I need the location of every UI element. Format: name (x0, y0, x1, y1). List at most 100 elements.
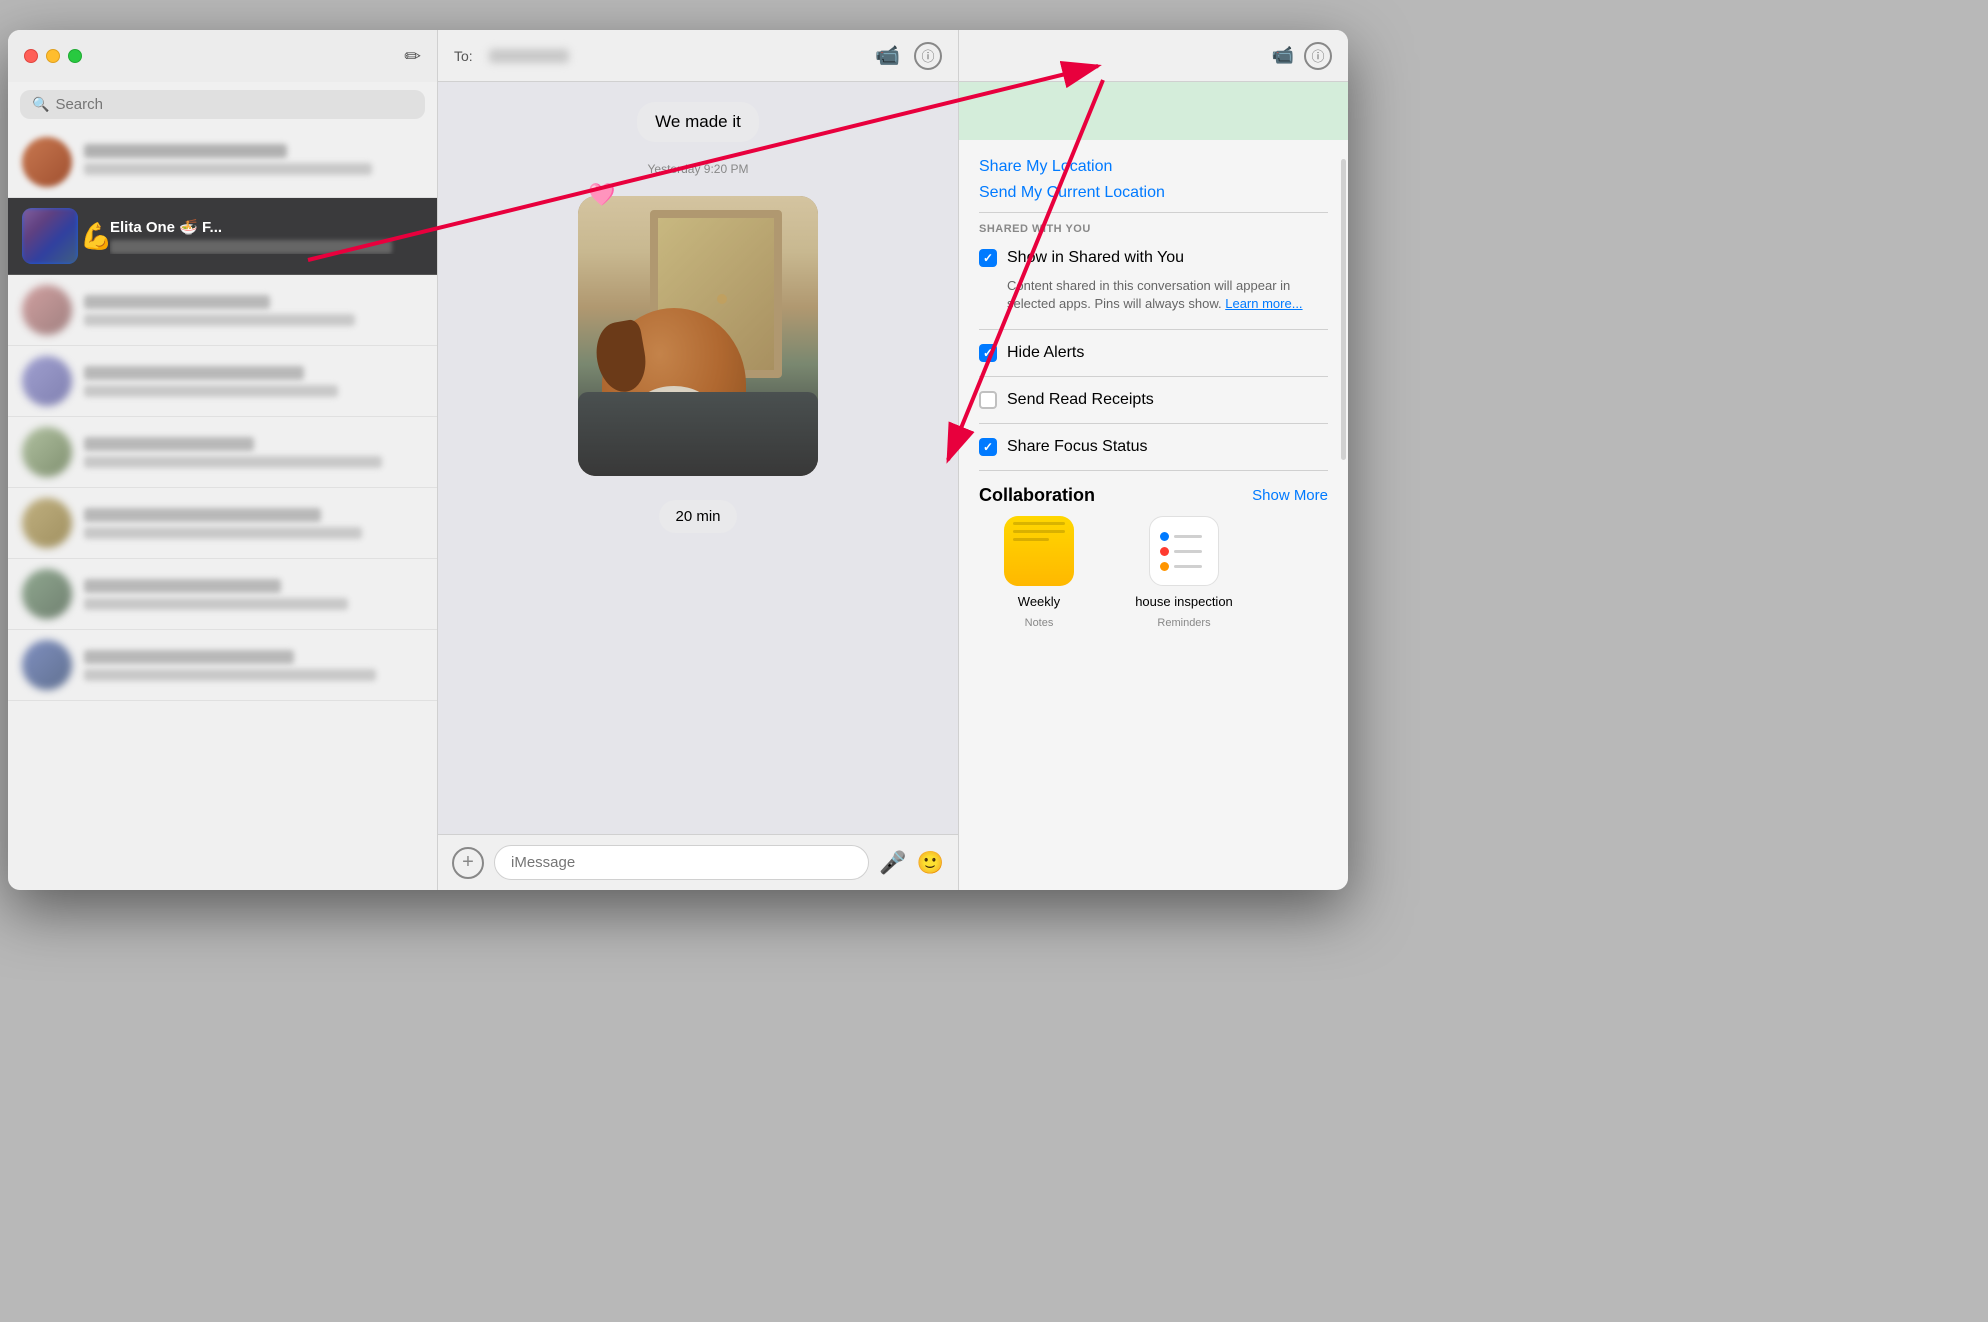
notes-name: Weekly (1018, 594, 1060, 609)
to-label: To: (454, 48, 473, 64)
close-button[interactable] (24, 49, 38, 63)
hide-alerts-section: ✓ Hide Alerts (959, 330, 1348, 376)
list-item[interactable] (8, 488, 437, 559)
details-panel: 📹 ⓘ Share My Location Send My Current Lo… (958, 30, 1348, 890)
reaction-heart: 🩷 (588, 182, 615, 208)
add-attachment-button[interactable]: + (452, 847, 484, 879)
hide-alerts-label: Hide Alerts (1007, 344, 1084, 362)
audio-button[interactable]: 🎤 (879, 850, 906, 876)
image-message-container: 🩷 (578, 196, 818, 476)
avatar (22, 569, 72, 619)
conv-content (84, 579, 423, 610)
conv-content (84, 295, 423, 326)
list-item-active[interactable]: 💪 Elita One 🍜 F... (8, 198, 437, 275)
conv-content: Elita One 🍜 F... (110, 218, 423, 254)
learn-more-link[interactable]: Learn more... (1225, 296, 1302, 311)
message-input[interactable] (494, 845, 869, 880)
dot-line-2 (1174, 550, 1202, 553)
show-in-shared-label: Show in Shared with You (1007, 249, 1184, 267)
share-focus-checkmark: ✓ (983, 440, 993, 454)
share-focus-label: Share Focus Status (1007, 438, 1148, 456)
recipient-name-blurred (489, 49, 569, 63)
avatar (22, 498, 72, 548)
conversation-list: 💪 Elita One 🍜 F... (8, 127, 437, 890)
orange-dot (1160, 562, 1169, 571)
share-focus-row: ✓ Share Focus Status (979, 432, 1328, 462)
shared-description: Content shared in this conversation will… (979, 271, 1328, 319)
shared-with-you-label: SHARED WITH YOU (979, 223, 1328, 235)
conv-content (84, 366, 423, 397)
send-read-receipts-label: Send Read Receipts (1007, 391, 1154, 409)
conv-preview (110, 240, 392, 254)
show-in-shared-row: ✓ Show in Shared with You (979, 245, 1328, 271)
conv-content (84, 437, 423, 468)
shared-with-you-section: SHARED WITH YOU ✓ Show in Shared with Yo… (959, 213, 1348, 329)
dot-line (1174, 535, 1202, 538)
list-item[interactable] (8, 346, 437, 417)
hide-alerts-row: ✓ Hide Alerts (979, 338, 1328, 368)
location-bar (959, 82, 1348, 140)
scrollbar[interactable] (1341, 159, 1346, 460)
traffic-lights (24, 49, 82, 63)
search-input[interactable] (55, 96, 413, 113)
reminder-dot-3 (1160, 562, 1202, 571)
read-receipts-section: Send Read Receipts (959, 377, 1348, 423)
focus-status-section: ✓ Share Focus Status (959, 424, 1348, 470)
list-item[interactable] (8, 275, 437, 346)
details-info-button[interactable]: ⓘ (1304, 42, 1332, 70)
send-current-location-link[interactable]: Send My Current Location (979, 180, 1328, 212)
collaboration-header: Collaboration Show More (979, 481, 1328, 516)
chat-input-area: + 🎤 🙂 (438, 834, 958, 890)
details-header: 📹 ⓘ (959, 30, 1348, 82)
show-in-shared-checkbox[interactable]: ✓ (979, 249, 997, 267)
hide-alerts-checkbox[interactable]: ✓ (979, 344, 997, 362)
reminders-icon (1149, 516, 1219, 586)
main-chat: To: 📹 ⓘ We made it Yesterday 9:20 PM 🩷 (438, 30, 958, 890)
reminders-name: house inspection (1135, 594, 1233, 609)
list-item[interactable] (8, 559, 437, 630)
search-icon: 🔍 (32, 96, 49, 113)
reminders-type: Reminders (1157, 617, 1210, 629)
list-item[interactable] (8, 630, 437, 701)
share-focus-checkbox[interactable]: ✓ (979, 438, 997, 456)
avatar (22, 640, 72, 690)
collab-item-reminders[interactable]: house inspection Reminders (1119, 516, 1249, 629)
conv-name: Elita One 🍜 F... (110, 218, 423, 236)
red-dot (1160, 547, 1169, 556)
send-read-receipts-checkbox[interactable] (979, 391, 997, 409)
reminder-dot-2 (1160, 547, 1202, 556)
avatar (22, 356, 72, 406)
header-icons: 📹 ⓘ (875, 42, 942, 70)
list-item[interactable] (8, 127, 437, 198)
video-call-button[interactable]: 📹 (875, 43, 900, 68)
share-my-location-link[interactable]: Share My Location (979, 154, 1328, 180)
hide-alerts-checkmark: ✓ (983, 346, 993, 360)
location-section: Share My Location Send My Current Locati… (959, 140, 1348, 212)
notes-icon (1004, 516, 1074, 586)
conv-content (84, 144, 423, 180)
avatar (22, 137, 72, 187)
info-button[interactable]: ⓘ (914, 42, 942, 70)
conv-content (84, 650, 423, 681)
minimize-button[interactable] (46, 49, 60, 63)
show-more-link[interactable]: Show More (1252, 487, 1328, 504)
dog-photo (578, 196, 818, 476)
message-timestamp: Yesterday 9:20 PM (648, 162, 749, 176)
list-item[interactable] (8, 417, 437, 488)
compose-button[interactable]: ✏ (404, 44, 421, 69)
collaboration-title: Collaboration (979, 485, 1095, 506)
collab-item-notes[interactable]: Weekly Notes (979, 516, 1099, 629)
avatar-blue (22, 208, 78, 264)
dot-line-3 (1174, 565, 1202, 568)
time-gap-bubble: 20 min (659, 500, 736, 533)
details-video-button[interactable]: 📹 (1272, 45, 1294, 66)
search-bar[interactable]: 🔍 (20, 90, 425, 119)
conv-content (84, 508, 423, 539)
collaboration-section: Collaboration Show More (959, 471, 1348, 639)
collaboration-items: Weekly Notes (979, 516, 1328, 629)
maximize-button[interactable] (68, 49, 82, 63)
reminder-dot-1 (1160, 532, 1202, 541)
sidebar-titlebar: ✏ (8, 30, 437, 82)
avatar (22, 427, 72, 477)
emoji-button[interactable]: 🙂 (917, 850, 944, 876)
